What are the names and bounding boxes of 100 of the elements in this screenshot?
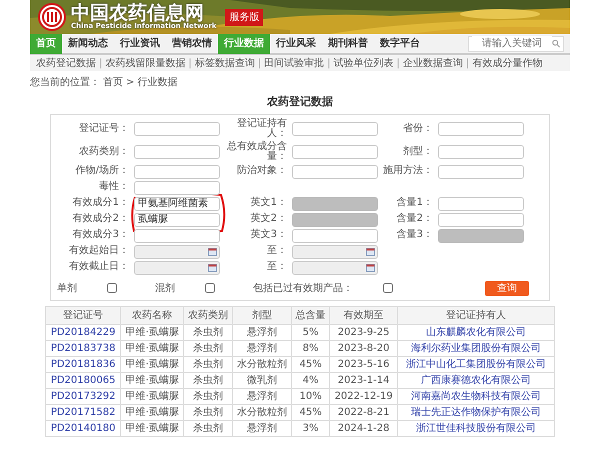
column-header: 登记证持有人 <box>398 306 554 324</box>
table-cell: 杀虫剂 <box>184 388 232 404</box>
table-cell: 2023-8-20 <box>330 340 398 356</box>
input-field[interactable] <box>292 228 378 242</box>
column-header: 登记证号 <box>46 306 121 324</box>
table-cell: 2022-12-19 <box>330 388 398 404</box>
nav-tab[interactable]: 行业资讯 <box>114 33 166 54</box>
table-cell: 悬浮剂 <box>232 340 292 356</box>
field-label: 农药类别： <box>78 146 129 158</box>
input-field[interactable] <box>438 196 524 210</box>
field-label: 施用方法： <box>383 166 433 177</box>
checkbox-label: 包括已过有效期产品： <box>253 282 353 296</box>
table-cell: 10% <box>292 388 330 404</box>
field-label: 作物/场所： <box>74 166 129 177</box>
table-cell: 微乳剂 <box>232 372 292 388</box>
table-cell: 悬浮剂 <box>232 420 292 436</box>
breadcrumb-link[interactable]: 行业数据 <box>137 75 178 90</box>
separator: | <box>99 56 102 70</box>
input-field[interactable]: 甲氨基阿维菌素 <box>134 196 220 210</box>
nav-tab[interactable]: 新闻动态 <box>62 33 114 54</box>
table-cell: 甲维·虱螨脲 <box>120 388 184 404</box>
checkbox-label: 单剂 <box>57 282 77 296</box>
site-title: 中国农药信息网 <box>71 4 204 23</box>
table-cell: 水分散粒剂 <box>232 404 292 420</box>
table-cell: 2023-9-25 <box>330 324 398 340</box>
input-field[interactable] <box>292 122 378 136</box>
field-label: 含量3： <box>396 230 433 241</box>
column-header: 农药名称 <box>120 306 184 324</box>
breadcrumb-label: 您当前的位置： <box>30 76 100 90</box>
checkbox[interactable] <box>107 283 117 293</box>
table-cell: 杀虫剂 <box>184 420 232 436</box>
edition-badge: 服务版 <box>225 8 264 26</box>
table-cell: 杀虫剂 <box>184 340 232 356</box>
table-cell: 悬浮剂 <box>232 388 292 404</box>
nav-tab[interactable]: 期刊科普 <box>322 33 374 54</box>
field-label: 有效成分1： <box>72 198 129 209</box>
checkbox[interactable] <box>383 283 393 293</box>
search-icon[interactable] <box>552 39 560 48</box>
field-label: 英文1： <box>250 198 287 209</box>
table-cell: 水分散粒剂 <box>232 356 292 372</box>
table-cell: 2023-1-14 <box>330 372 398 388</box>
sub-nav-link[interactable]: 企业数据查询 <box>402 56 463 70</box>
field-label: 总有效成分含量： <box>226 142 287 162</box>
table-cell: 45% <box>292 356 330 372</box>
input-field[interactable] <box>134 228 220 242</box>
table-cell: 甲维·虱螨脲 <box>120 356 184 372</box>
column-header: 剂型 <box>232 306 292 324</box>
table-cell: 杀虫剂 <box>184 356 232 372</box>
input-field[interactable]: 虱螨脲 <box>134 212 220 226</box>
table-cell: 2024-1-28 <box>330 420 398 436</box>
input-field[interactable] <box>134 164 220 178</box>
field-label: 登记证持有人： <box>236 118 287 140</box>
input-field[interactable] <box>438 212 524 226</box>
field-label: 剂型： <box>402 146 433 158</box>
input-field[interactable] <box>134 145 220 159</box>
table-cell: 杀虫剂 <box>184 404 232 420</box>
column-header: 农药类别 <box>184 306 232 324</box>
table-cell: 5% <box>292 324 330 340</box>
nav-tab[interactable]: 营销农情 <box>166 33 218 54</box>
sub-nav-link[interactable]: 田间试验审批 <box>264 56 324 70</box>
page-title: 农药登记数据 <box>266 94 334 110</box>
table-cell: 2022-8-21 <box>330 404 398 420</box>
field-label: 有效成分2： <box>72 214 129 225</box>
table-cell: 甲维·虱螨脲 <box>120 340 184 356</box>
field-label: 含量1： <box>396 198 433 209</box>
input-field[interactable] <box>134 180 220 194</box>
input-field[interactable] <box>438 145 524 159</box>
table-cell: 4% <box>292 372 330 388</box>
sub-nav-link[interactable]: 有效成分量作物 <box>472 56 542 70</box>
sub-nav-link[interactable]: 农药登记数据 <box>36 56 96 70</box>
input-field[interactable] <box>292 164 378 178</box>
sub-nav-link[interactable]: 试验单位列表 <box>334 56 394 70</box>
field-label: 至： <box>266 246 287 257</box>
nav-tab[interactable]: 行业风采 <box>270 33 322 54</box>
field-label: 有效成分3： <box>72 230 129 241</box>
table-cell: 甲维·虱螨脲 <box>120 324 184 340</box>
input-field[interactable] <box>134 122 220 136</box>
search-field[interactable]: 请输入关键词 <box>468 36 564 52</box>
table-cell: 8% <box>292 340 330 356</box>
field-label: 含量2： <box>396 214 433 225</box>
breadcrumb-link[interactable]: 首页 <box>103 75 123 90</box>
input-field[interactable] <box>292 145 378 159</box>
column-header: 有效期至 <box>330 306 398 324</box>
sub-nav-link[interactable]: 标签数据查询 <box>194 56 255 70</box>
field-label: 至： <box>266 262 287 273</box>
input-field[interactable] <box>438 122 524 136</box>
nav-tab[interactable]: 数字平台 <box>374 33 426 54</box>
field-label: 英文2： <box>250 214 287 225</box>
table-cell: 悬浮剂 <box>232 324 292 340</box>
input-field[interactable] <box>438 164 524 178</box>
table-cell: 甲维·虱螨脲 <box>120 404 184 420</box>
separator: | <box>258 56 262 70</box>
checkbox[interactable] <box>205 283 215 293</box>
field-label: 有效起始日： <box>68 246 129 257</box>
sub-nav-link[interactable]: 农药残留限量数据 <box>105 56 186 70</box>
field-label: 英文3： <box>250 230 287 241</box>
field-label: 有效截止日： <box>68 262 129 273</box>
separator: | <box>327 56 330 70</box>
field-label: 毒性： <box>98 182 129 193</box>
table-cell: 甲维·虱螨脲 <box>120 372 184 388</box>
